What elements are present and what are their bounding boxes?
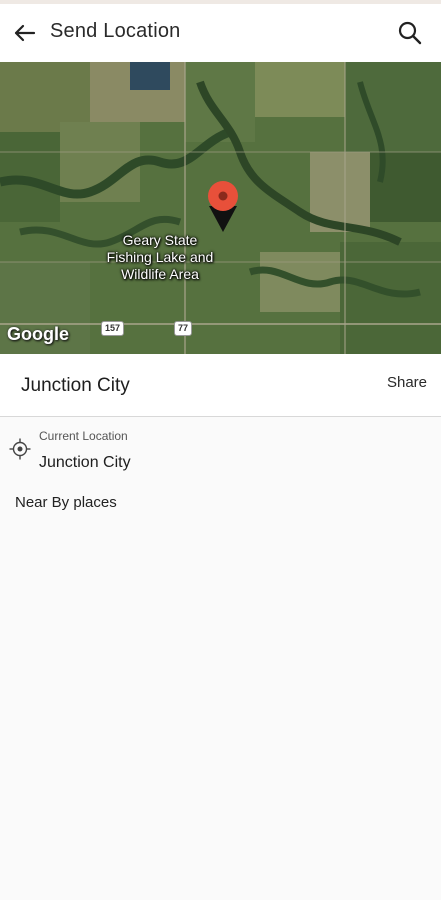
location-title: Junction City bbox=[21, 375, 130, 396]
crosshair-target-icon bbox=[9, 438, 31, 460]
share-button[interactable]: Share bbox=[387, 374, 427, 391]
map-area-label: Geary State Fishing Lake and Wildlife Ar… bbox=[106, 232, 214, 282]
route-shield-77: 77 bbox=[174, 321, 193, 336]
google-attribution: Google bbox=[7, 324, 69, 344]
nearby-places-heading: Near By places bbox=[15, 494, 117, 511]
current-location-caption: Current Location bbox=[39, 429, 128, 443]
location-pin-icon[interactable] bbox=[204, 180, 242, 236]
back-button[interactable] bbox=[10, 18, 40, 48]
current-location-name: Junction City bbox=[39, 454, 131, 471]
route-shield-157: 157 bbox=[101, 321, 125, 336]
selected-location-row: Junction City Share bbox=[0, 354, 441, 417]
map-view[interactable]: Geary State Fishing Lake and Wildlife Ar… bbox=[0, 62, 441, 354]
app-bar: Send Location bbox=[0, 4, 441, 62]
current-location-item[interactable]: Current Location Junction City bbox=[0, 420, 441, 480]
page-title: Send Location bbox=[50, 20, 181, 42]
arrow-left-icon bbox=[14, 24, 36, 42]
search-icon bbox=[398, 21, 422, 45]
search-button[interactable] bbox=[395, 18, 425, 48]
